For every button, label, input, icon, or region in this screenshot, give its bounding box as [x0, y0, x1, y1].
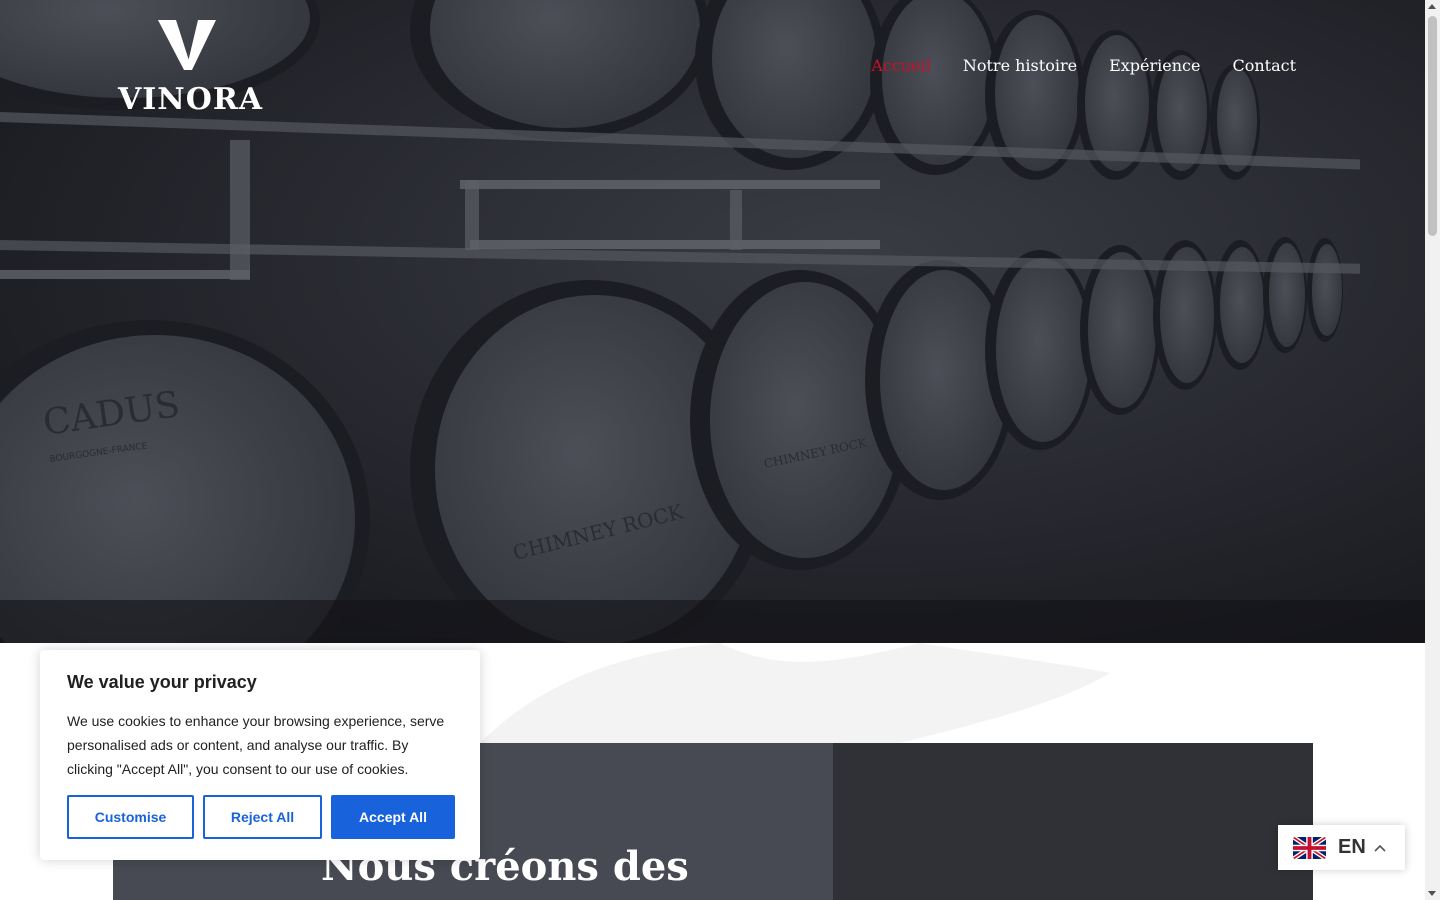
- logo-v-mark-icon: [158, 20, 216, 70]
- chevron-up-icon: [1374, 844, 1386, 852]
- main-nav: Accueil Notre histoire Expérience Contac…: [871, 56, 1296, 75]
- logo-wordmark: VINORA: [118, 82, 264, 117]
- scroll-down-icon[interactable]: [1428, 891, 1436, 896]
- scroll-thumb[interactable]: [1428, 16, 1437, 236]
- vinora-logo[interactable]: VINORA: [118, 16, 264, 120]
- language-switcher[interactable]: EN: [1278, 825, 1405, 870]
- nav-item-accueil[interactable]: Accueil: [871, 56, 930, 75]
- nav-item-experience[interactable]: Expérience: [1109, 56, 1200, 75]
- cookie-title: We value your privacy: [67, 672, 257, 692]
- cookie-consent-banner: We value your privacy We use cookies to …: [40, 650, 480, 860]
- accept-all-button[interactable]: Accept All: [331, 795, 455, 839]
- customise-button[interactable]: Customise: [67, 795, 194, 839]
- intro-image-panel: [833, 743, 1313, 900]
- cookie-buttons: Customise Reject All Accept All: [67, 795, 455, 839]
- hero-section: CADUS BOURGOGNE-FRANCE CHIMNEY ROCK CHIM…: [0, 0, 1425, 643]
- nav-item-notre-histoire[interactable]: Notre histoire: [963, 56, 1077, 75]
- nav-item-contact[interactable]: Contact: [1232, 56, 1296, 75]
- vine-leaf-decoration: [480, 643, 1110, 743]
- uk-flag-icon: [1293, 836, 1326, 859]
- scroll-up-icon[interactable]: [1428, 4, 1436, 9]
- reject-all-button[interactable]: Reject All: [203, 795, 322, 839]
- page-scrollbar[interactable]: [1425, 0, 1440, 900]
- cookie-description: We use cookies to enhance your browsing …: [67, 713, 445, 777]
- language-code: EN: [1338, 836, 1366, 858]
